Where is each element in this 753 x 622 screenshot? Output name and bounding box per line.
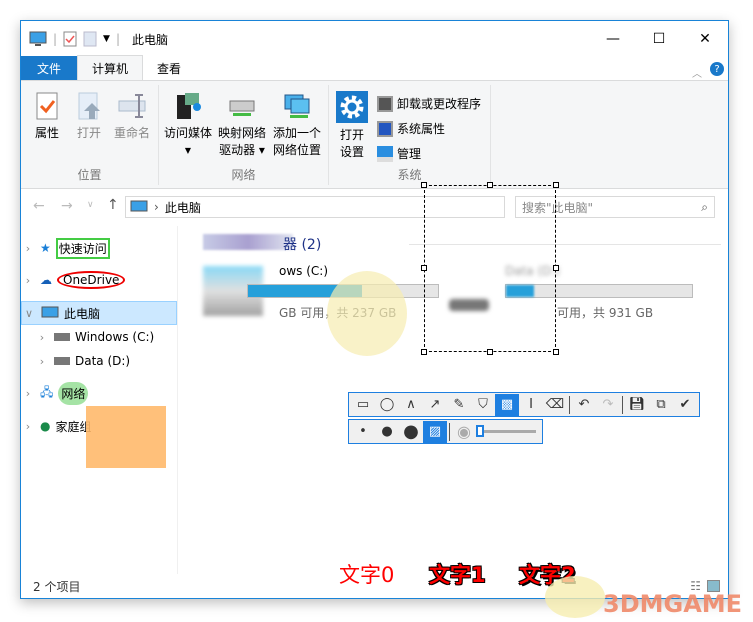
open-icon <box>78 92 100 120</box>
open-settings-button[interactable]: 打开 设置 <box>333 91 371 161</box>
search-icon: ⌕ <box>701 199 708 214</box>
brush-options-bar: • ● ● ▨ ◉ <box>348 419 543 444</box>
computer-icon <box>29 31 47 46</box>
star-icon: ★ <box>40 241 51 255</box>
annotation-toolbar: ▭ ◯ ∧ ↗ ✎ ⛉ ▩ I ⌫ ↶ ↷ 💾︎ ⧉ ✔ <box>348 392 700 417</box>
text-tool-icon[interactable]: I <box>519 394 543 416</box>
forward-icon[interactable]: → <box>61 198 73 214</box>
add-network-location-button[interactable]: 添加一个 网络位置 <box>269 91 325 159</box>
manage-icon <box>377 145 393 162</box>
ellipse-tool-icon[interactable]: ◯ <box>375 394 399 416</box>
redo-icon[interactable]: ↷ <box>596 394 620 416</box>
computer-icon <box>130 200 148 212</box>
network-drive-icon <box>229 100 255 116</box>
line-tool-icon[interactable]: ∧ <box>399 394 423 416</box>
tab-view[interactable]: 查看 <box>143 56 195 80</box>
network-location-icon <box>284 94 310 118</box>
highlighter-tool-icon[interactable]: ⛉ <box>471 394 495 416</box>
manage-button[interactable]: 管理 <box>377 145 421 162</box>
network-icon: 🖧 <box>40 384 54 399</box>
tab-file[interactable]: 文件 <box>21 56 78 80</box>
nav-network[interactable]: › 🖧 网络 <box>21 381 177 405</box>
group-location: 属性 打开 重命名 位置 <box>21 85 159 185</box>
arrow-tool-icon[interactable]: ↗ <box>423 394 447 416</box>
back-icon[interactable]: ← <box>33 198 45 214</box>
intensity-slider[interactable] <box>476 425 536 437</box>
computer-icon <box>41 306 59 318</box>
selection-rectangle[interactable] <box>421 182 559 355</box>
mascot-logo <box>545 576 605 618</box>
cloud-icon: ☁ <box>40 273 52 287</box>
drive-c-name[interactable]: ows (C:) <box>279 264 328 278</box>
settings-gear-icon <box>336 91 368 123</box>
explorer-window: | ▼ | 此电脑 — ☐ ✕ 文件 计算机 查看 ︿ ? 属性 打开 重命名 … <box>20 20 729 599</box>
size-small-icon[interactable]: • <box>351 421 375 443</box>
properties-qat-icon[interactable] <box>63 31 77 47</box>
maximize-button[interactable]: ☐ <box>636 21 682 57</box>
drive-d-space: 可用，共 931 GB <box>557 306 654 320</box>
recent-dropdown-icon[interactable]: ∨ <box>87 200 94 210</box>
close-button[interactable]: ✕ <box>682 21 728 57</box>
address-bar-row: ← → ∨ ↑ › 此电脑 搜索"此电脑" ⌕ <box>21 195 728 219</box>
collapse-ribbon-icon[interactable]: ︿ <box>692 65 702 80</box>
minimize-button[interactable]: — <box>590 21 636 57</box>
group-label-location: 位置 <box>77 168 102 182</box>
mosaic-area <box>203 234 293 250</box>
drive-icon <box>54 357 70 365</box>
drive-icon <box>54 333 70 341</box>
open-button[interactable]: 打开 <box>69 91 109 142</box>
tab-computer[interactable]: 计算机 <box>77 55 144 80</box>
item-count: 2 个项目 <box>33 579 81 594</box>
window-title: 此电脑 <box>132 32 169 47</box>
size-large-icon[interactable]: ● <box>399 421 423 443</box>
confirm-check-icon[interactable]: ✔ <box>673 394 697 416</box>
mosaic-tool-icon[interactable]: ▩ <box>495 393 519 416</box>
help-icon[interactable]: ? <box>710 62 724 76</box>
pencil-tool-icon[interactable]: ✎ <box>447 394 471 416</box>
uninstall-icon <box>377 95 393 112</box>
access-media-button[interactable]: 访问媒体 ▼ <box>163 91 213 159</box>
map-drive-button[interactable]: 映射网络 驱动器 ▾ <box>215 91 269 159</box>
size-medium-icon[interactable]: ● <box>375 421 399 443</box>
nav-quick-access[interactable]: › ★ 快速访问 <box>21 236 177 260</box>
group-system: 打开 设置 卸载或更改程序 系统属性 管理 系统 <box>329 85 491 185</box>
system-properties-icon <box>377 120 393 137</box>
nav-this-pc[interactable]: ∨ 此电脑 <box>21 301 177 325</box>
nav-onedrive[interactable]: › ☁ OneDrive <box>21 268 177 292</box>
group-network: 访问媒体 ▼ 映射网络 驱动器 ▾ 添加一个 网络位置 网络 <box>159 85 329 185</box>
group-label-network: 网络 <box>231 168 256 182</box>
undo-icon[interactable]: ↶ <box>572 394 596 416</box>
properties-button[interactable]: 属性 <box>27 91 67 142</box>
qat-dropdown-icon[interactable]: ▼ <box>103 34 110 44</box>
uninstall-programs-button[interactable]: 卸载或更改程序 <box>377 95 481 112</box>
rectangle-tool-icon[interactable]: ▭ <box>351 394 375 416</box>
eraser-tool-icon[interactable]: ⌫ <box>543 394 567 416</box>
watermark-logo: 3DMGAME <box>603 590 743 618</box>
copy-icon[interactable]: ⧉ <box>649 394 673 416</box>
navigation-pane: › ★ 快速访问 › ☁ OneDrive ∨ 此电脑 › Windows (C:) › Da… <box>21 226 178 574</box>
rename-button[interactable]: 重命名 <box>109 91 155 142</box>
ribbon-tabs: 文件 计算机 查看 ︿ ? <box>21 55 728 81</box>
nav-drive-c[interactable]: › Windows (C:) <box>35 325 191 349</box>
group-header: 器 (2) <box>283 237 322 253</box>
blur-preview-icon: ◉ <box>457 422 471 441</box>
mascot-sticker <box>327 271 407 356</box>
new-folder-qat-icon[interactable] <box>83 31 97 47</box>
media-icon <box>177 93 201 119</box>
nav-drive-d[interactable]: › Data (D:) <box>35 349 191 373</box>
up-icon[interactable]: ↑ <box>107 197 119 213</box>
title-bar: | ▼ | 此电脑 — ☐ ✕ <box>21 21 728 57</box>
ribbon: 属性 打开 重命名 位置 访问媒体 ▼ 映射网络 驱动器 ▾ 添加一个 网络位置 网络… <box>21 81 728 189</box>
highlight-rectangle <box>86 406 166 468</box>
properties-icon <box>36 92 58 120</box>
homegroup-icon: ● <box>40 419 51 433</box>
rename-icon <box>118 94 146 118</box>
save-icon[interactable]: 💾︎ <box>625 394 649 416</box>
group-label-system: 系统 <box>397 168 422 182</box>
system-properties-button[interactable]: 系统属性 <box>377 120 445 137</box>
mosaic-pattern-icon[interactable]: ▨ <box>423 420 447 443</box>
